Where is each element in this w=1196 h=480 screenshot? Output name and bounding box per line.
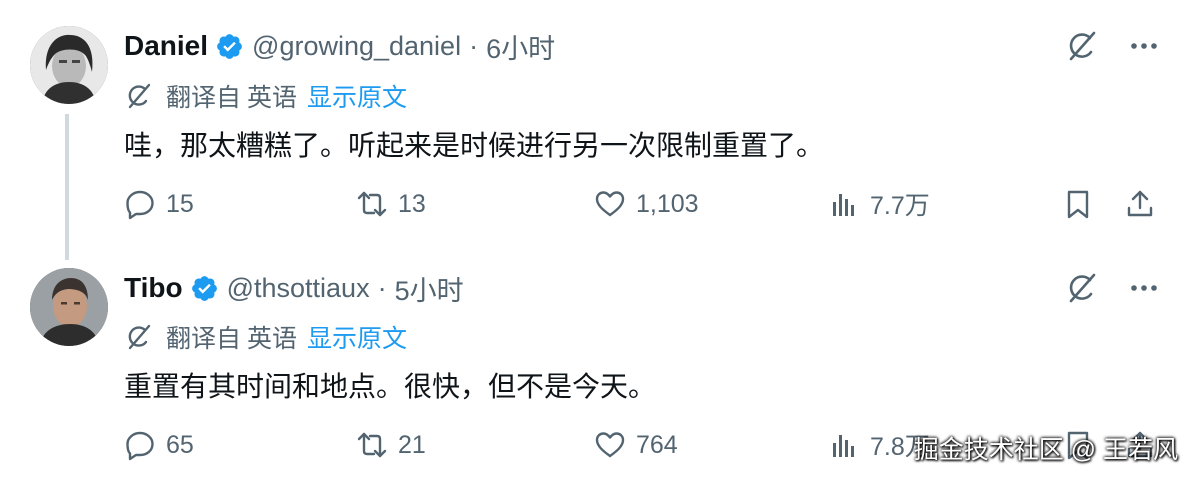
author-handle[interactable]: @growing_daniel	[252, 31, 461, 62]
retweet-icon	[357, 191, 387, 217]
verified-badge-icon	[217, 33, 242, 59]
retweet-button[interactable]: 21	[356, 425, 426, 465]
like-button[interactable]: 764	[594, 425, 678, 465]
translated-language: 英语	[247, 84, 298, 112]
tweet-text: 重置有其时间和地点。很快，但不是今天。	[124, 371, 657, 402]
share-button[interactable]	[1124, 184, 1156, 224]
reply-count: 15	[166, 189, 194, 218]
translated-from-label: 翻译自	[166, 84, 242, 112]
translated-from-label: 翻译自	[166, 325, 242, 353]
tweet-header: Tibo @thsottiaux · 5小时	[124, 268, 464, 308]
translation-row: 翻译自 英语 显示原文	[124, 319, 407, 355]
reply-count: 65	[166, 430, 194, 459]
tweet-text: 哇，那太糟糕了。听起来是时候进行另一次限制重置了。	[124, 130, 825, 161]
views-icon	[833, 194, 854, 216]
tweet-time[interactable]: 5小时	[395, 269, 464, 308]
avatar-tibo[interactable]	[30, 268, 108, 346]
grok-icon[interactable]	[1064, 270, 1100, 306]
avatar-daniel[interactable]	[30, 26, 108, 104]
tweet-time[interactable]: 6小时	[486, 27, 555, 66]
verified-badge-icon	[191, 275, 217, 301]
grok-icon[interactable]	[1064, 28, 1100, 64]
more-icon[interactable]	[1128, 30, 1160, 62]
retweet-button[interactable]: 13	[356, 184, 426, 224]
show-original-link[interactable]: 显示原文	[307, 319, 407, 355]
author-handle[interactable]: @thsottiaux	[227, 273, 370, 304]
reply-icon	[126, 190, 154, 220]
retweet-count: 21	[398, 430, 426, 459]
tweet-top-actions	[1064, 28, 1160, 64]
translation-row: 翻译自 英语 显示原文	[124, 78, 407, 114]
like-icon	[595, 432, 625, 458]
translate-icon	[128, 324, 151, 350]
watermark: 掘金技术社区 @ 王若风	[913, 436, 1178, 464]
translate-icon	[128, 83, 151, 109]
retweet-icon	[357, 432, 387, 458]
views-count: 7.7万	[870, 192, 930, 220]
retweet-count: 13	[398, 189, 426, 218]
author-name[interactable]: Tibo	[124, 272, 183, 304]
more-icon[interactable]	[1128, 272, 1160, 304]
views-icon	[833, 435, 854, 457]
bookmark-icon	[1067, 190, 1089, 219]
reply-button[interactable]: 65	[124, 425, 194, 465]
like-button[interactable]: 1,103	[594, 184, 699, 224]
separator-dot: ·	[469, 30, 479, 61]
separator-dot: ·	[377, 272, 387, 303]
translated-language: 英语	[247, 325, 298, 353]
like-count: 764	[636, 430, 678, 459]
tweet-actions: 15 13 1,103 7.7万	[124, 184, 1164, 224]
share-icon	[1127, 190, 1153, 217]
tweet-top-actions	[1064, 270, 1160, 306]
bookmark-button[interactable]	[1062, 184, 1094, 224]
reply-button[interactable]: 15	[124, 184, 194, 224]
show-original-link[interactable]: 显示原文	[307, 78, 407, 114]
views-button[interactable]: 7.7万	[828, 184, 930, 224]
author-name[interactable]: Daniel	[124, 30, 208, 62]
like-count: 1,103	[636, 189, 699, 218]
tweet-header: Daniel @growing_daniel · 6小时	[124, 26, 555, 66]
like-icon	[595, 191, 625, 217]
thread-line	[65, 114, 69, 260]
reply-icon	[126, 431, 154, 461]
